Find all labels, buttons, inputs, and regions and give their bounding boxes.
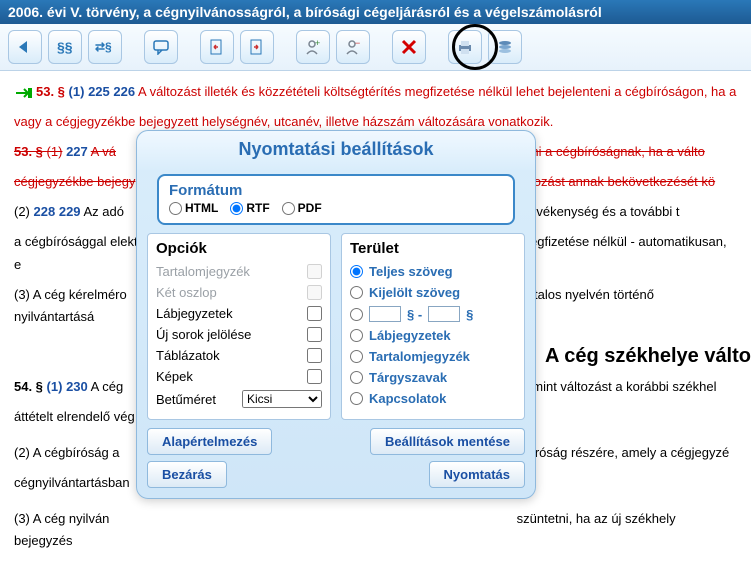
opt-twocol-checkbox bbox=[307, 285, 322, 300]
range-from-input[interactable] bbox=[369, 306, 401, 322]
section-heading: A cég székhelye válto bbox=[539, 339, 751, 373]
print-button[interactable] bbox=[448, 30, 482, 64]
person-plus-icon: + bbox=[304, 38, 322, 56]
pointer-arrow-icon bbox=[14, 85, 36, 101]
doc-next-button[interactable] bbox=[240, 30, 274, 64]
zoom-in-button[interactable]: + bbox=[296, 30, 330, 64]
area-panel: Terület Teljes szöveg Kijelölt szöveg § … bbox=[341, 233, 525, 420]
format-rtf[interactable]: RTF bbox=[230, 201, 269, 215]
svg-text:−: − bbox=[355, 38, 360, 48]
save-settings-button[interactable]: Beállítások mentése bbox=[370, 428, 525, 455]
opt-tables-checkbox[interactable] bbox=[307, 348, 322, 363]
toolbar: §§ ⇄§ + − bbox=[0, 24, 751, 71]
printer-icon bbox=[456, 38, 474, 56]
options-panel: Opciók Tartalomjegyzék Két oszlop Lábjeg… bbox=[147, 233, 331, 420]
window-title: 2006. évi V. törvény, a cégnyilvánosságr… bbox=[0, 0, 751, 24]
close-button[interactable]: Bezárás bbox=[147, 461, 227, 488]
format-pdf[interactable]: PDF bbox=[282, 201, 322, 215]
delete-button[interactable] bbox=[392, 30, 426, 64]
person-minus-icon: − bbox=[344, 38, 362, 56]
area-selection[interactable]: Kijelölt szöveg bbox=[350, 282, 516, 303]
link-paragraph-icon: ⇄§ bbox=[95, 38, 115, 56]
arrow-left-icon bbox=[15, 39, 35, 55]
zoom-out-button[interactable]: − bbox=[336, 30, 370, 64]
doc-left-icon bbox=[208, 38, 226, 56]
opt-footnotes-checkbox[interactable] bbox=[307, 306, 322, 321]
area-toc[interactable]: Tartalomjegyzék bbox=[350, 346, 516, 367]
disk-stack-icon bbox=[496, 38, 514, 56]
back-button[interactable] bbox=[8, 30, 42, 64]
export-button[interactable] bbox=[488, 30, 522, 64]
range-to-input[interactable] bbox=[428, 306, 460, 322]
print-action-button[interactable]: Nyomtatás bbox=[429, 461, 525, 488]
x-icon bbox=[401, 39, 417, 55]
paragraph-icon: §§ bbox=[55, 38, 75, 56]
doc-right-icon bbox=[248, 38, 266, 56]
area-links[interactable]: Kapcsolatok bbox=[350, 388, 516, 409]
opt-toc-checkbox bbox=[307, 264, 322, 279]
dialog-title: Nyomtatási beállítások bbox=[137, 131, 535, 170]
format-group: Formátum HTML RTF PDF bbox=[157, 174, 515, 225]
area-keywords[interactable]: Tárgyszavak bbox=[350, 367, 516, 388]
format-html[interactable]: HTML bbox=[169, 201, 218, 215]
law-icon-button[interactable]: §§ bbox=[48, 30, 82, 64]
area-footnotes[interactable]: Lábjegyzetek bbox=[350, 325, 516, 346]
svg-text:+: + bbox=[315, 38, 320, 48]
opt-newlines-checkbox[interactable] bbox=[307, 327, 322, 342]
svg-text:⇄§: ⇄§ bbox=[95, 40, 112, 54]
print-settings-dialog: Nyomtatási beállítások Formátum HTML RTF… bbox=[136, 130, 536, 499]
related-button[interactable]: ⇄§ bbox=[88, 30, 122, 64]
doc-prev-button[interactable] bbox=[200, 30, 234, 64]
area-range[interactable]: § - § bbox=[350, 303, 516, 325]
comment-button[interactable] bbox=[144, 30, 178, 64]
area-full[interactable]: Teljes szöveg bbox=[350, 261, 516, 282]
svg-text:§§: §§ bbox=[57, 39, 73, 55]
speech-bubble-icon bbox=[152, 39, 170, 55]
fontsize-select[interactable]: Kicsi bbox=[242, 390, 322, 408]
opt-images-checkbox[interactable] bbox=[307, 369, 322, 384]
defaults-button[interactable]: Alapértelmezés bbox=[147, 428, 272, 455]
